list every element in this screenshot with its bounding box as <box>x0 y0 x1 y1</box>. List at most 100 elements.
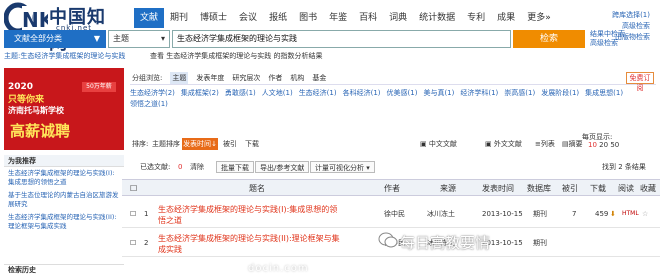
subscribe-button[interactable]: 免费订阅 <box>626 72 654 92</box>
index-analysis-link[interactable]: 查看 生态经济学集成框架的理论与实践 的指数分析结果 <box>150 51 322 61</box>
export-button[interactable]: 导出/参考文献 <box>255 161 310 173</box>
tab-1[interactable]: 期刊 <box>164 8 194 28</box>
per-page-options: 10 20 50 <box>588 138 619 152</box>
tab-4[interactable]: 报纸 <box>263 8 293 28</box>
breadcrumb: 主题:生态经济学集成框架的理论与实践 查看 生态经济学集成框架的理论与实践 的指… <box>4 51 656 61</box>
results-toolbar: 已选文献: 0 清除 批量下载 导出/参考文献 计量可视化分析 ▾ 找到 2 条… <box>130 160 656 174</box>
col-title[interactable]: 题名 <box>249 180 265 197</box>
facet-tab-0: 分组浏览: <box>132 74 163 82</box>
banner-line2: 济南托马斯学校 <box>8 106 64 115</box>
facet-item[interactable]: 生态经济学(2) <box>130 88 175 99</box>
facet-item[interactable]: 勇敢感(1) <box>225 88 256 99</box>
list-view-toggle[interactable]: ≡列表 <box>535 137 555 151</box>
ad-banner[interactable]: 2020 只等你来 济南托马斯学校 高薪诚聘 50万年薪 <box>4 68 124 150</box>
facet-item[interactable]: 崇高感(1) <box>504 88 535 99</box>
wechat-icon <box>378 232 398 248</box>
sort-bar: 排序: 主题排序 发表时间↓ 被引 下载 ▣ 中文文献 ▣ 外文文献 ≡列表 ▤… <box>130 133 656 152</box>
selected-count: 0 <box>178 163 183 171</box>
scope-select[interactable]: 文献全部分类 ▼ <box>4 30 106 48</box>
facet-item[interactable]: 发展阶段(1) <box>541 88 579 99</box>
row-cited[interactable]: 7 <box>572 200 576 228</box>
row-downloads: 459 <box>595 210 609 218</box>
advanced-search-link[interactable]: 高级检索 <box>590 39 625 48</box>
facet-item[interactable]: 生态经济(1) <box>299 88 337 99</box>
col-cited[interactable]: 被引 <box>562 180 578 197</box>
recommend-item[interactable]: 生态经济学集成框架的理论与实践(I):集成思想的领悟之道 <box>4 167 124 189</box>
tab-5[interactable]: 图书 <box>293 8 323 28</box>
facet-tab-2[interactable]: 发表年度 <box>196 72 224 84</box>
row-checkbox[interactable]: ☐ <box>130 200 136 228</box>
facet-item[interactable]: 优美感(1) <box>387 88 418 99</box>
summary-view-toggle[interactable]: ▤摘要 <box>562 137 583 151</box>
search-button[interactable]: 检索 <box>513 30 585 48</box>
download-icon[interactable]: ⬇ <box>610 200 616 228</box>
foreign-docs-toggle[interactable]: ▣ 外文文献 <box>485 137 522 151</box>
facet-tab-5[interactable]: 机构 <box>290 72 304 84</box>
select-all-checkbox[interactable]: ☐ <box>130 180 137 197</box>
banner-line3: 高薪诚聘 <box>10 122 71 140</box>
facet-item[interactable]: 经济学科(1) <box>460 88 498 99</box>
clear-link[interactable]: 清除 <box>190 160 204 174</box>
search-in-results-link[interactable]: 结果中检索 <box>590 30 625 39</box>
facet-item[interactable]: 人文地(1) <box>262 88 293 99</box>
summary-icon: ▤ <box>562 140 569 148</box>
facet-item[interactable]: 集成框架(2) <box>181 88 219 99</box>
facet-item[interactable]: 美与真(1) <box>423 88 454 99</box>
html-read-icon[interactable]: HTML <box>622 200 639 228</box>
tab-0[interactable]: 文献 <box>134 8 165 28</box>
sort-topic[interactable]: 主题排序 <box>152 138 180 150</box>
facet-tab-6[interactable]: 基金 <box>312 72 326 84</box>
sort-download[interactable]: 下载 <box>242 138 262 150</box>
recommend-item[interactable]: 生态经济学集成框架的理论与实践(II):理论框架与集成实践 <box>4 211 124 233</box>
facet-tabs: 分组浏览: 主题 发表年度 研究层次 作者 机构 基金 <box>130 72 656 84</box>
row-date: 2013-10-15 <box>482 210 523 218</box>
star-icon[interactable]: ☆ <box>642 200 648 228</box>
row-author[interactable]: 徐中民 <box>384 200 405 228</box>
per-page-50[interactable]: 50 <box>610 141 619 149</box>
col-db[interactable]: 数据库 <box>527 180 551 197</box>
col-author[interactable]: 作者 <box>384 180 400 197</box>
facet-item[interactable]: 各科经济(1) <box>343 88 381 99</box>
sort-cited[interactable]: 被引 <box>220 138 240 150</box>
tab-3[interactable]: 会议 <box>233 8 263 28</box>
row-title-link[interactable]: 生态经济学集成框架的理论与实践(I):集成思想的领悟之道 <box>158 204 344 226</box>
chevron-down-icon: ▾ <box>160 34 165 43</box>
facet-item[interactable]: 领悟之道(1) <box>130 99 168 110</box>
tab-6[interactable]: 年鉴 <box>323 8 353 28</box>
doc-icon: ▣ <box>420 140 427 148</box>
recommend-item[interactable]: 基于生态位理论的内蒙古自治区旅游发展研究 <box>4 189 124 211</box>
col-downloads[interactable]: 下载 <box>590 180 606 197</box>
search-input[interactable]: 生态经济学集成框架的理论与实践 <box>172 30 511 48</box>
viz-analysis-button[interactable]: 计量可视化分析 ▾ <box>310 161 375 173</box>
col-source[interactable]: 来源 <box>440 180 456 197</box>
banner-year: 2020 <box>8 82 34 92</box>
per-page-10[interactable]: 10 <box>588 141 597 149</box>
tab-7[interactable]: 百科 <box>353 8 383 28</box>
tab-9[interactable]: 统计数据 <box>413 8 461 28</box>
search-history[interactable]: 检索历史 <box>4 264 124 275</box>
row-checkbox[interactable]: ☐ <box>130 229 136 257</box>
chinese-docs-toggle[interactable]: ▣ 中文文献 <box>420 137 457 151</box>
batch-download-button[interactable]: 批量下载 <box>216 161 254 173</box>
top-link-0[interactable]: 跨库选择(1) <box>612 10 650 21</box>
field-select[interactable]: 主题 ▾ <box>108 30 170 48</box>
db-tabs: 文献 期刊 博硕士 会议 报纸 图书 年鉴 百科 词典 统计数据 专利 成果 更多» <box>134 8 557 28</box>
facet-tab-4[interactable]: 作者 <box>268 72 282 84</box>
per-page-20[interactable]: 20 <box>599 141 608 149</box>
facet-tab-3[interactable]: 研究层次 <box>232 72 260 84</box>
tab-10[interactable]: 专利 <box>461 8 491 28</box>
row-source[interactable]: 冰川冻土 <box>427 200 455 228</box>
sort-label: 排序: <box>132 140 149 148</box>
tab-8[interactable]: 词典 <box>383 8 413 28</box>
svg-text:NKi: NKi <box>22 8 48 32</box>
col-date[interactable]: 发表时间 <box>482 180 514 197</box>
sort-date[interactable]: 发表时间↓ <box>182 138 218 150</box>
row-title-link[interactable]: 生态经济学集成框架的理论与实践(II):理论框架与集成实践 <box>158 233 344 255</box>
tab-11[interactable]: 成果 <box>491 8 521 28</box>
breadcrumb-query[interactable]: 主题:生态经济学集成框架的理论与实践 <box>4 52 125 60</box>
table-row[interactable]: ☐ 1 生态经济学集成框架的理论与实践(I):集成思想的领悟之道 徐中民 冰川冻… <box>122 200 660 228</box>
facet-tab-1[interactable]: 主题 <box>170 72 189 84</box>
tab-12[interactable]: 更多» <box>521 8 557 28</box>
tab-2[interactable]: 博硕士 <box>194 8 233 28</box>
facet-item[interactable]: 集成思想(1) <box>585 88 623 99</box>
